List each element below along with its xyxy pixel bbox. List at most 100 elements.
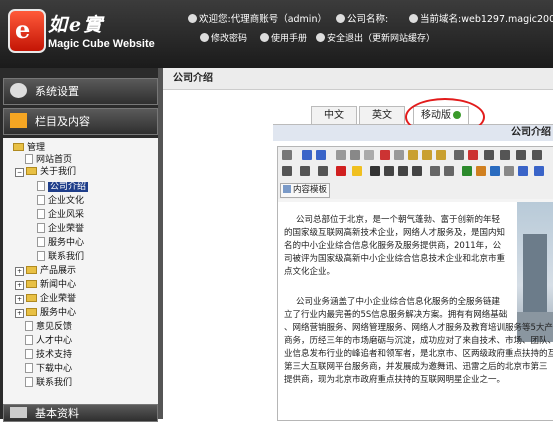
manual-link[interactable]: 使用手册 xyxy=(260,31,307,44)
tree-item-jobs[interactable]: 人才中心 xyxy=(25,335,72,347)
text-line: 、网络营销服务、网络管理服务、网络人才服务及教育培训服务等5大产 xyxy=(284,323,553,333)
expand-icon[interactable]: + xyxy=(15,281,24,290)
tree-item-home[interactable]: 网站首页 xyxy=(25,154,72,166)
page-icon xyxy=(25,335,33,345)
welcome-info: 欢迎您:代理商账号（admin） xyxy=(188,11,327,25)
text-line: 名的中小企业综合信息化服务及服务提供商，2011年，公 xyxy=(284,241,502,251)
tree-item-label: 意见反馈 xyxy=(36,322,73,332)
highlight-color-icon[interactable] xyxy=(352,166,362,176)
rule-icon[interactable] xyxy=(504,166,514,176)
unordered-list-icon[interactable] xyxy=(444,166,454,176)
align-left-icon[interactable] xyxy=(484,150,494,160)
logout-link[interactable]: 安全退出（更新网站缓存） xyxy=(316,31,435,44)
folder-icon xyxy=(26,266,37,274)
tab-english[interactable]: 英文 xyxy=(359,106,405,125)
logout-label: 安全退出（更新网站缓存） xyxy=(327,34,436,44)
sidebar-section-system[interactable]: 系统设置 xyxy=(3,78,158,105)
page-icon xyxy=(25,349,33,359)
italic-icon[interactable] xyxy=(384,166,394,176)
main-panel: 公司介绍 中文 英文 移动版 公司介绍 内容模板 公司总部位于北京，是一个朝气蓬… xyxy=(163,68,553,421)
bold-icon[interactable] xyxy=(370,166,380,176)
collapse-icon[interactable]: − xyxy=(15,168,24,177)
print-icon[interactable] xyxy=(350,150,360,160)
page-icon xyxy=(25,363,33,373)
strikethrough-icon[interactable] xyxy=(412,166,422,176)
expand-icon[interactable]: + xyxy=(15,267,24,276)
tree-item-label: 企业荣誉 xyxy=(48,224,85,234)
font-family-icon[interactable] xyxy=(300,166,310,176)
content-template-button[interactable]: 内容模板 xyxy=(280,183,331,198)
page-icon xyxy=(37,223,45,233)
text-line: 立了行业内最完善的5S信息服务解决方案。拥有有网络基础 xyxy=(284,310,508,320)
text-color-icon[interactable] xyxy=(336,166,346,176)
change-password-link[interactable]: 修改密码 xyxy=(200,31,247,44)
tree-root[interactable]: 管理 xyxy=(13,142,45,154)
tree-item-contact-2[interactable]: 联系我们 xyxy=(25,377,72,389)
tree-item-label-selected: 公司介绍 xyxy=(48,182,89,192)
undo-icon[interactable] xyxy=(302,150,312,160)
logo-mark: e xyxy=(15,15,31,44)
rich-text-editor[interactable]: 内容模板 公司总部位于北京，是一个朝气蓬勃、富于创新的年轻 的国家级互联网高新技… xyxy=(277,146,553,421)
font-size-icon[interactable] xyxy=(318,166,328,176)
anchor-icon[interactable] xyxy=(534,166,544,176)
expand-icon[interactable]: + xyxy=(15,309,24,318)
tree-item-honor-2[interactable]: + 企业荣誉 xyxy=(15,293,76,305)
align-center-icon[interactable] xyxy=(500,150,510,160)
folder-icon xyxy=(26,294,37,302)
text-line: 点文化企业。 xyxy=(284,267,336,277)
preview-icon[interactable] xyxy=(336,150,346,160)
company-label: 公司名称: xyxy=(347,14,389,25)
manual-icon xyxy=(260,33,269,42)
image-icon[interactable] xyxy=(462,166,472,176)
sidebar-section-basic[interactable]: 基本资料 xyxy=(3,404,158,422)
page-icon xyxy=(37,181,45,191)
basic-info-label: 基本资料 xyxy=(35,407,79,420)
tree-item-support[interactable]: 技术支持 xyxy=(25,349,72,361)
tree-item-label: 产品展示 xyxy=(40,266,77,276)
tree-item-honor[interactable]: 企业荣誉 xyxy=(37,223,84,235)
align-right-icon[interactable] xyxy=(516,150,526,160)
tree-item-style[interactable]: 企业风采 xyxy=(37,209,84,221)
tree-item-news[interactable]: + 新闻中心 xyxy=(15,279,76,291)
find-icon[interactable] xyxy=(364,150,374,160)
tab-chinese[interactable]: 中文 xyxy=(311,106,357,125)
tree-item-contact[interactable]: 联系我们 xyxy=(37,251,84,263)
domain-label: 当前域名: xyxy=(420,14,462,25)
text-line: 公司总部位于北京，是一个朝气蓬勃、富于创新的年轻 xyxy=(296,215,501,225)
heading-icon[interactable] xyxy=(282,166,292,176)
copy-icon[interactable] xyxy=(394,150,404,160)
remove-format-icon[interactable] xyxy=(468,150,478,160)
flash-icon[interactable] xyxy=(476,166,486,176)
paste-icon[interactable] xyxy=(408,150,418,160)
select-all-icon[interactable] xyxy=(454,150,464,160)
ordered-list-icon[interactable] xyxy=(430,166,440,176)
tree-item-company-intro[interactable]: 公司介绍 xyxy=(37,181,89,193)
tree-item-label: 企业荣誉 xyxy=(40,294,77,304)
tree-item-label: 技术支持 xyxy=(36,350,73,360)
paste-word-icon[interactable] xyxy=(436,150,446,160)
redo-icon[interactable] xyxy=(316,150,326,160)
tree-item-downloads[interactable]: 下载中心 xyxy=(25,363,72,375)
expand-icon[interactable]: + xyxy=(15,295,24,304)
tree-item-culture[interactable]: 企业文化 xyxy=(37,195,84,207)
table-icon[interactable] xyxy=(490,166,500,176)
paragraph-2: 公司业务涵盖了中小企业综合信息化服务的全服务链建 立了行业内最完善的5S信息服务… xyxy=(284,296,553,387)
top-header: e 如e實 Magic Cube Website 欢迎您:代理商账号（admin… xyxy=(0,0,553,68)
link-icon[interactable] xyxy=(518,166,528,176)
underline-icon[interactable] xyxy=(398,166,408,176)
profile-icon xyxy=(10,407,27,418)
source-icon[interactable] xyxy=(282,150,292,160)
tree-item-products[interactable]: + 产品展示 xyxy=(15,265,76,277)
paste-text-icon[interactable] xyxy=(422,150,432,160)
tree-item-about[interactable]: − 关于我们 xyxy=(15,166,76,178)
domain-value: web1297.magic200 xyxy=(461,14,553,25)
cut-icon[interactable] xyxy=(380,150,390,160)
tree-item-service-2[interactable]: + 服务中心 xyxy=(15,307,76,319)
editor-content[interactable]: 公司总部位于北京，是一个朝气蓬勃、富于创新的年轻 的国家级互联网高新技术企业，网… xyxy=(278,202,553,420)
align-justify-icon[interactable] xyxy=(532,150,542,160)
company-info: 公司名称: xyxy=(336,11,388,25)
tree-item-service[interactable]: 服务中心 xyxy=(37,237,84,249)
text-line: 提供商，现为北京市政府重点扶持的互联网明星企业之一。 xyxy=(284,375,506,385)
tree-item-feedback[interactable]: 意见反馈 xyxy=(25,321,72,333)
sidebar-section-columns[interactable]: 栏目及内容 xyxy=(3,108,158,135)
